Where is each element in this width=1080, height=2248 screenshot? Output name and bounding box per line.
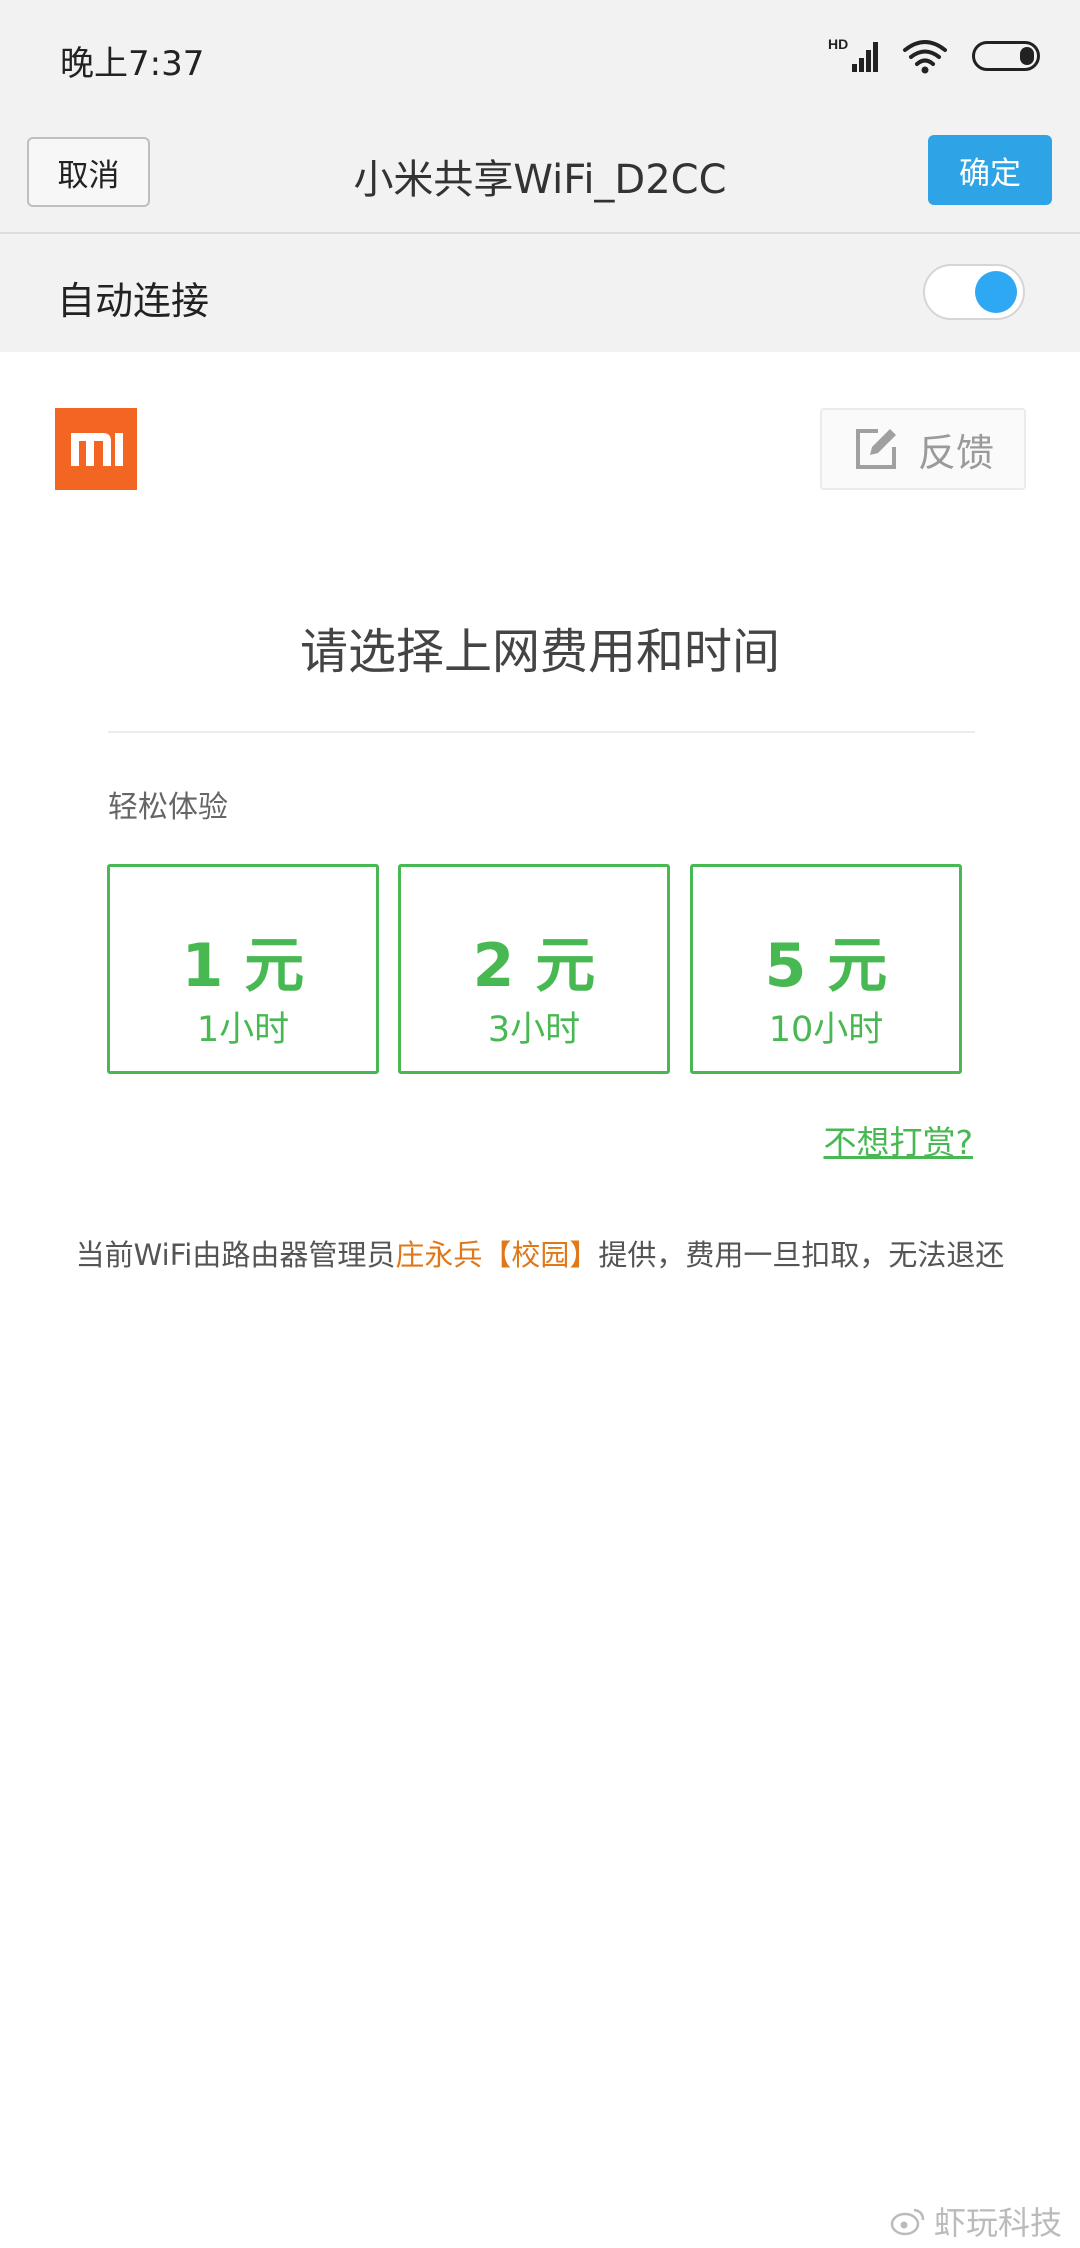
plan-price: 5 元 xyxy=(764,931,888,1001)
watermark-text: 虾玩科技 xyxy=(933,2204,1062,2242)
plan-duration: 1小时 xyxy=(196,1010,290,1050)
plan-duration: 3小时 xyxy=(487,1010,581,1050)
plan-option-2[interactable]: 2 元 3小时 xyxy=(398,864,670,1074)
title-bar: 取消 小米共享WiFi_D2CC 确定 xyxy=(0,118,1080,234)
auto-connect-row: 自动连接 xyxy=(0,234,1080,352)
plan-price: 2 元 xyxy=(472,931,596,1001)
weibo-icon xyxy=(890,2208,925,2236)
toggle-knob xyxy=(975,271,1017,313)
plan-price: 1 元 xyxy=(181,931,305,1001)
mi-logo-icon xyxy=(55,408,137,490)
plan-options: 1 元 1小时 2 元 3小时 5 元 10小时 xyxy=(107,864,962,1074)
notice-suffix: 提供，费用一旦扣取，无法退还 xyxy=(598,1238,1005,1272)
auto-connect-label: 自动连接 xyxy=(57,279,210,323)
confirm-button[interactable]: 确定 xyxy=(928,135,1052,205)
status-icons: HD xyxy=(828,36,1040,74)
watermark: 虾玩科技 xyxy=(890,2198,1062,2244)
feedback-label: 反馈 xyxy=(917,430,994,475)
cancel-button[interactable]: 取消 xyxy=(27,137,150,207)
plan-option-1[interactable]: 1 元 1小时 xyxy=(107,864,379,1074)
signal-icon: HD xyxy=(828,36,878,74)
page-title: 小米共享WiFi_D2CC xyxy=(353,157,727,203)
headline: 请选择上网费用和时间 xyxy=(299,624,780,680)
hd-badge: HD xyxy=(828,36,849,52)
no-reward-link[interactable]: 不想打赏? xyxy=(823,1116,973,1164)
notice-owner: 庄永兵【校园】 xyxy=(395,1238,599,1272)
section-label: 轻松体验 xyxy=(108,790,228,825)
battery-icon xyxy=(972,41,1040,71)
edit-icon xyxy=(855,429,896,469)
notice-prefix: 当前WiFi由路由器管理员 xyxy=(75,1238,396,1272)
plan-option-3[interactable]: 5 元 10小时 xyxy=(690,864,962,1074)
status-time: 晚上7:37 xyxy=(60,44,205,84)
status-bar: 晚上7:37 HD xyxy=(0,0,1080,118)
auto-connect-toggle[interactable] xyxy=(923,264,1025,320)
plan-duration: 10小时 xyxy=(768,1010,884,1050)
notice-text: 当前WiFi由路由器管理员庄永兵【校园】提供，费用一旦扣取，无法退还 xyxy=(0,1232,1080,1274)
divider xyxy=(108,731,975,733)
feedback-button[interactable]: 反馈 xyxy=(820,408,1026,490)
wifi-icon xyxy=(903,40,947,74)
